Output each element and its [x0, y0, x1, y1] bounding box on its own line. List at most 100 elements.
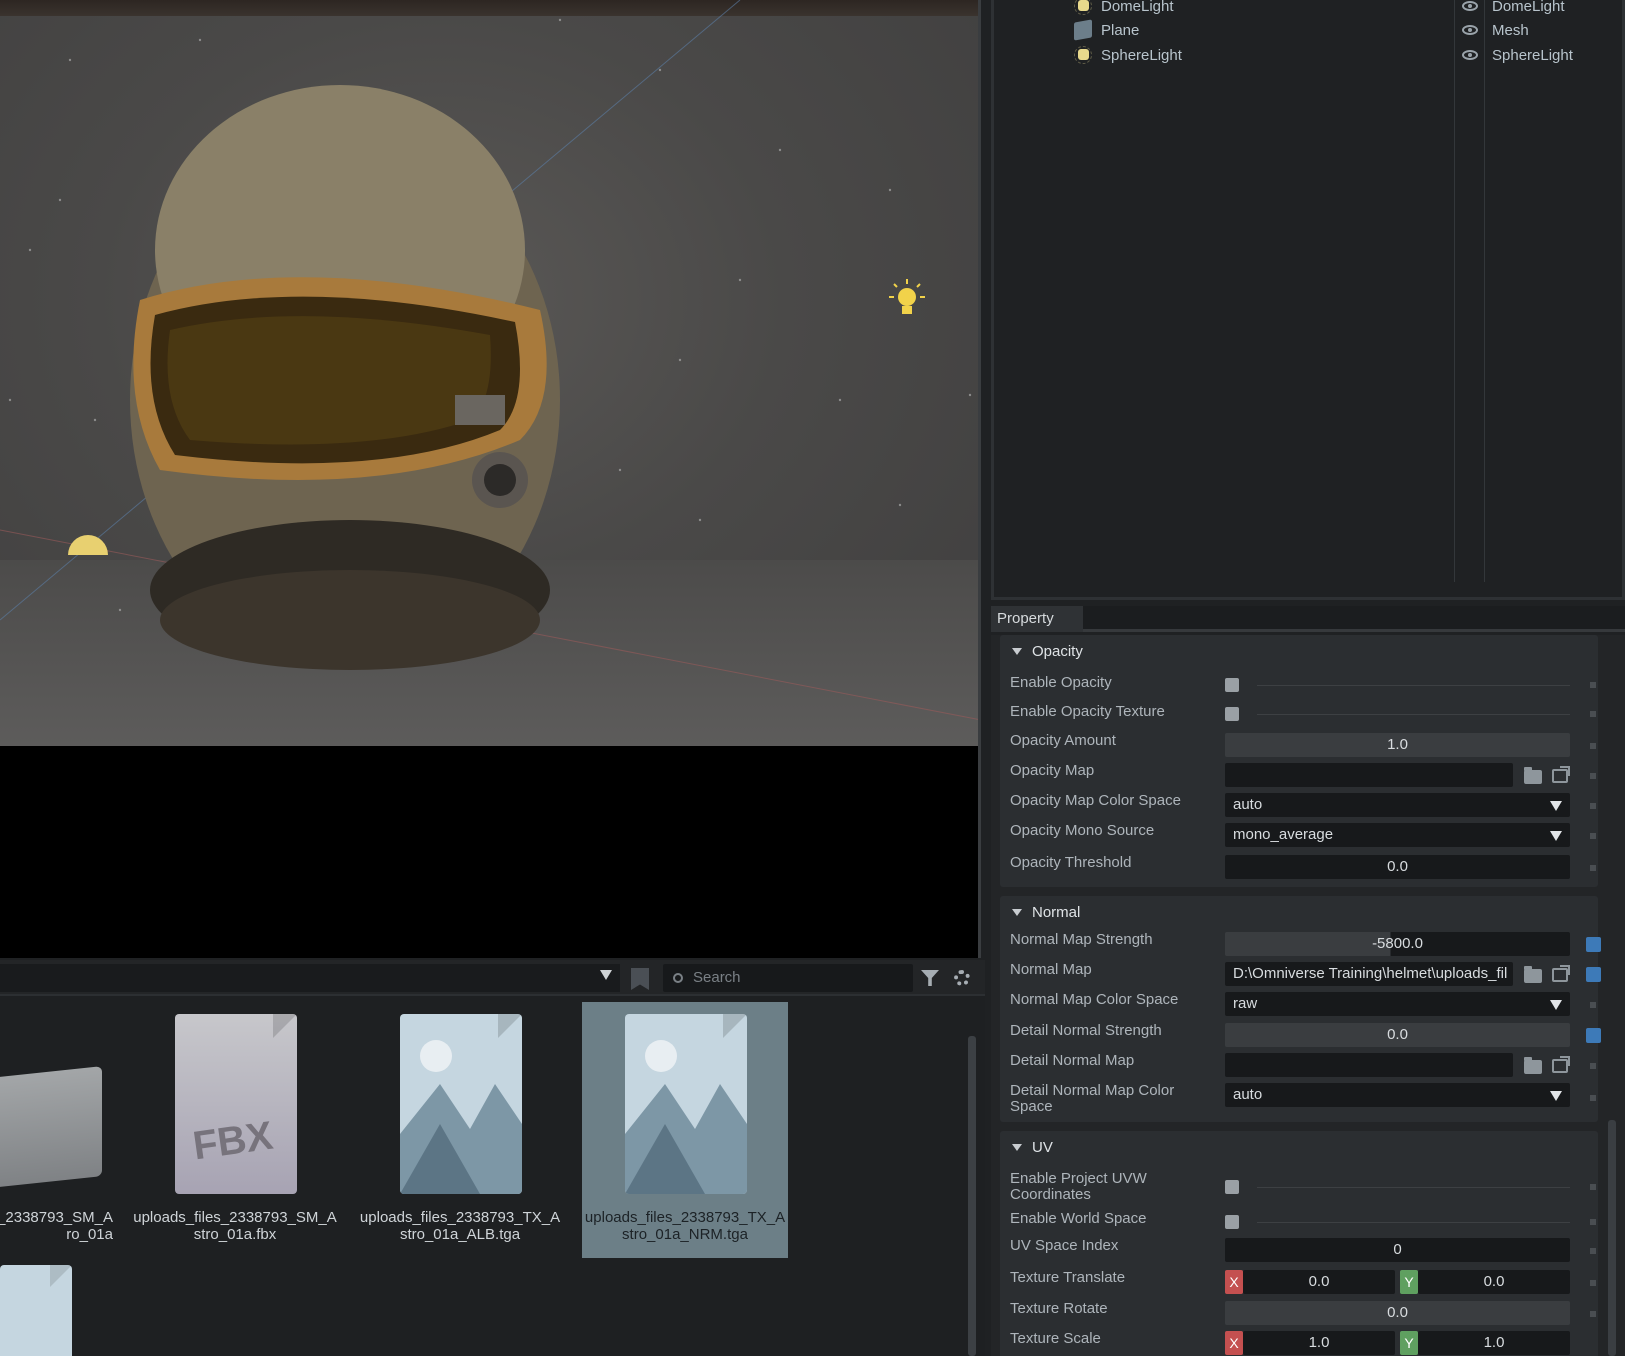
modified-indicator[interactable]: [1586, 1028, 1601, 1043]
visibility-eye-icon[interactable]: [1462, 50, 1478, 60]
row-divider: [1257, 685, 1570, 686]
reset-indicator[interactable]: [1590, 803, 1596, 809]
reset-indicator[interactable]: [1590, 1311, 1596, 1317]
fbx-file-icon: FBX: [175, 1014, 297, 1194]
outliner-type-mesh: Mesh: [1462, 18, 1529, 42]
uv-section-header[interactable]: UV: [1000, 1131, 1598, 1163]
opacity-mono-source-dropdown[interactable]: mono_average: [1225, 823, 1570, 847]
reset-indicator[interactable]: [1590, 1063, 1596, 1069]
search-input[interactable]: Search: [663, 964, 913, 992]
browse-folder-icon[interactable]: [1524, 966, 1542, 983]
texture-scale-x-field[interactable]: 1.0: [1243, 1331, 1395, 1355]
property-panel[interactable]: Opacity Enable Opacity Enable Opacity Te…: [991, 635, 1625, 1356]
normal-map-strength-field[interactable]: -5800.0: [1225, 932, 1570, 956]
open-external-icon[interactable]: [1552, 1056, 1570, 1073]
opacity-map-row: Opacity Map: [1000, 763, 1598, 793]
image-file-icon[interactable]: [0, 1265, 72, 1356]
dome-light-gizmo[interactable]: [68, 535, 108, 555]
reset-indicator[interactable]: [1590, 833, 1596, 839]
collapse-triangle-icon: [1012, 647, 1022, 655]
stage-outliner[interactable]: DomeLight Plane SphereLight DomeLight Me…: [991, 0, 1625, 600]
content-browser[interactable]: Search _2338793_SM_A ro_01a FBX uploads_…: [0, 960, 985, 1356]
file-tile-image[interactable]: uploads_files_2338793_TX_A stro_01a_ALB.…: [357, 1002, 563, 1258]
enable-opacity-texture-checkbox[interactable]: [1225, 707, 1239, 721]
detail-normal-strength-field[interactable]: 0.0: [1225, 1023, 1570, 1047]
opacity-amount-field[interactable]: 1.0: [1225, 733, 1570, 757]
file-tile-image-selected[interactable]: uploads_files_2338793_TX_A stro_01a_NRM.…: [582, 1002, 788, 1258]
opacity-threshold-field[interactable]: 0.0: [1225, 855, 1570, 879]
reset-indicator[interactable]: [1590, 865, 1596, 871]
enable-opacity-checkbox[interactable]: [1225, 678, 1239, 692]
outliner-item-domelight[interactable]: DomeLight: [1074, 0, 1174, 18]
property-label: UV Space Index: [1010, 1237, 1119, 1254]
scene-overlay: [0, 0, 978, 720]
visibility-eye-icon[interactable]: [1462, 1, 1478, 11]
reset-indicator[interactable]: [1590, 1002, 1596, 1008]
enable-world-space-checkbox[interactable]: [1225, 1215, 1239, 1229]
tab-property[interactable]: Property: [991, 606, 1083, 632]
normal-map-color-space-dropdown[interactable]: raw: [1225, 992, 1570, 1016]
helmet-model[interactable]: [130, 85, 560, 670]
reset-indicator[interactable]: [1590, 1184, 1596, 1190]
x-axis-badge: X: [1225, 1331, 1243, 1355]
property-scrollbar[interactable]: [1608, 1120, 1616, 1356]
modified-indicator[interactable]: [1586, 967, 1601, 982]
reset-indicator[interactable]: [1590, 773, 1596, 779]
outliner-item-spherelight[interactable]: SphereLight: [1074, 43, 1182, 67]
detail-normal-map-color-space-dropdown[interactable]: auto: [1225, 1083, 1570, 1107]
opacity-section-header[interactable]: Opacity: [1000, 635, 1598, 667]
texture-rotate-field[interactable]: 0.0: [1225, 1301, 1570, 1325]
outliner-item-plane[interactable]: Plane: [1074, 18, 1139, 42]
property-label: Detail Normal Map: [1010, 1052, 1135, 1069]
viewport[interactable]: [0, 0, 981, 958]
reset-indicator[interactable]: [1590, 1248, 1596, 1254]
search-icon: [673, 973, 683, 983]
bookmark-icon[interactable]: [631, 968, 649, 990]
normal-section-header[interactable]: Normal: [1000, 896, 1598, 928]
dropdown-value: raw: [1233, 995, 1258, 1012]
browse-folder-icon[interactable]: [1524, 1057, 1542, 1074]
file-name: uploads_files_2338793_SM_A stro_01a.fbx: [133, 1209, 337, 1243]
sphere-light-gizmo[interactable]: [889, 279, 925, 314]
outliner-type-spherelight: SphereLight: [1462, 43, 1573, 67]
reset-indicator[interactable]: [1590, 1219, 1596, 1225]
outliner-column-divider[interactable]: [1484, 0, 1485, 582]
modified-indicator[interactable]: [1586, 937, 1601, 952]
detail-normal-map-path-field[interactable]: [1225, 1053, 1513, 1077]
open-external-icon[interactable]: [1552, 766, 1570, 783]
outliner-item-label: SphereLight: [1101, 46, 1182, 64]
reset-indicator[interactable]: [1590, 743, 1596, 749]
reset-indicator[interactable]: [1590, 1095, 1596, 1101]
outliner-column-divider[interactable]: [1454, 0, 1455, 582]
texture-scale-y-field[interactable]: 1.0: [1418, 1331, 1570, 1355]
property-label: Enable World Space: [1010, 1210, 1147, 1227]
uv-space-index-row: UV Space Index 0: [1000, 1238, 1598, 1268]
opacity-map-path-field[interactable]: [1225, 763, 1513, 787]
file-tile-fbx[interactable]: FBX uploads_files_2338793_SM_A stro_01a.…: [132, 1002, 338, 1258]
open-external-icon[interactable]: [1552, 965, 1570, 982]
property-label: Detail Normal Strength: [1010, 1022, 1162, 1039]
normal-map-path-field[interactable]: D:\Omniverse Training\helmet\uploads_fil: [1225, 962, 1513, 986]
file-grid[interactable]: _2338793_SM_A ro_01a FBX uploads_files_2…: [0, 1000, 970, 1356]
opacity-amount-row: Opacity Amount 1.0: [1000, 733, 1598, 763]
texture-translate-y-field[interactable]: 0.0: [1418, 1270, 1570, 1294]
path-field[interactable]: [0, 964, 620, 992]
filter-icon[interactable]: [921, 970, 939, 986]
opacity-map-color-space-dropdown[interactable]: auto: [1225, 793, 1570, 817]
reset-indicator[interactable]: [1590, 682, 1596, 688]
gear-icon[interactable]: [954, 970, 970, 986]
uv-space-index-field[interactable]: 0: [1225, 1238, 1570, 1262]
viewport-scene[interactable]: [0, 0, 978, 746]
browser-toolbar: Search: [0, 960, 985, 996]
enable-project-uvw-row: Enable Project UVW Coordinates: [1000, 1171, 1598, 1205]
browser-scrollbar[interactable]: [968, 1036, 976, 1356]
texture-translate-x-field[interactable]: 0.0: [1243, 1270, 1395, 1294]
visibility-eye-icon[interactable]: [1462, 25, 1478, 35]
file-tile-folder[interactable]: _2338793_SM_A ro_01a: [0, 1002, 116, 1258]
reset-indicator[interactable]: [1590, 1280, 1596, 1286]
path-dropdown-icon[interactable]: [600, 970, 612, 980]
uv-section: UV Enable Project UVW Coordinates Enable…: [1000, 1131, 1598, 1356]
enable-project-uvw-checkbox[interactable]: [1225, 1180, 1239, 1194]
browse-folder-icon[interactable]: [1524, 767, 1542, 784]
reset-indicator[interactable]: [1590, 711, 1596, 717]
